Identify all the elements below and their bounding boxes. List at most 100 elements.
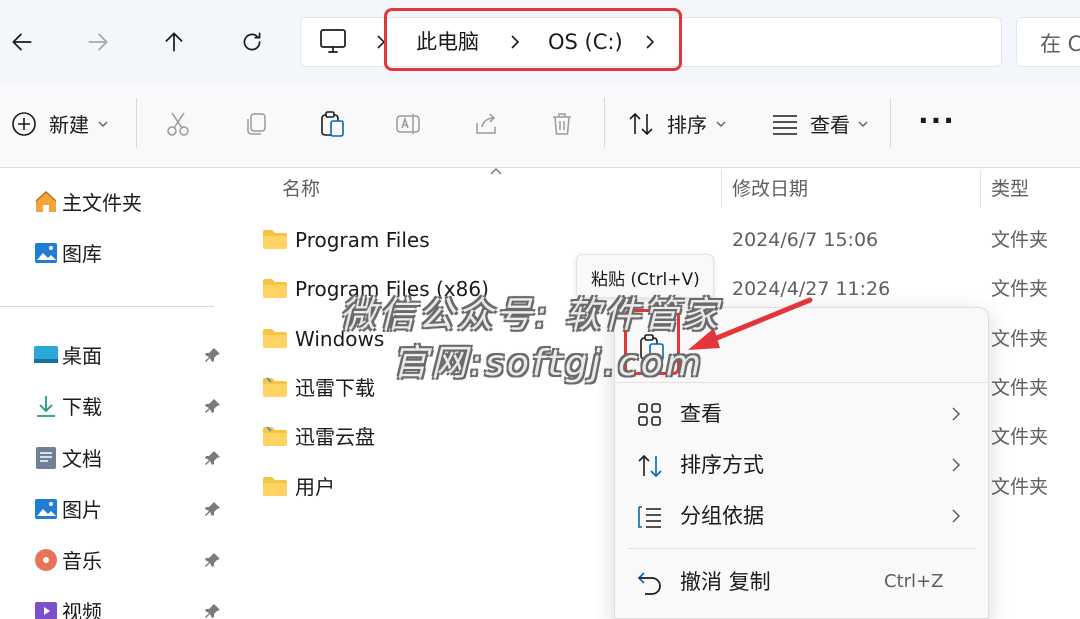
grid-icon <box>638 403 661 426</box>
folder-icon <box>263 329 287 348</box>
menu-item-label: 撤消 复制 <box>680 570 771 594</box>
share-button[interactable] <box>470 108 502 140</box>
breadcrumb-highlight-box <box>384 8 682 71</box>
pin-icon[interactable] <box>204 500 222 518</box>
menu-item-label: 排序方式 <box>680 453 764 477</box>
search-input[interactable]: 在 C <box>1040 28 1080 58</box>
menu-item-undo-copy[interactable]: 撤消 复制 Ctrl+Z <box>614 558 989 606</box>
pin-icon[interactable] <box>204 602 222 619</box>
folder-icon <box>263 477 287 496</box>
copy-button[interactable] <box>240 108 272 140</box>
chevron-down-icon[interactable] <box>96 117 110 131</box>
sidebar-item-home[interactable]: 主文件夹 <box>0 181 232 225</box>
file-type: 文件夹 <box>991 476 1049 498</box>
column-separator[interactable] <box>721 170 722 208</box>
sidebar-item-documents[interactable]: 文档 <box>0 437 232 481</box>
scissors-icon <box>167 112 189 136</box>
paste-icon <box>321 111 344 137</box>
sidebar-item-gallery[interactable]: 图库 <box>0 232 232 276</box>
menu-item-label: 分组依据 <box>680 504 764 528</box>
view-button[interactable]: 查看 <box>810 112 850 138</box>
pin-icon[interactable] <box>204 346 222 364</box>
sort-icon <box>638 454 662 478</box>
sidebar-item-label: 主文件夹 <box>62 191 142 215</box>
column-header-type[interactable]: 类型 <box>991 176 1029 202</box>
sort-button[interactable]: 排序 <box>667 112 707 138</box>
desktop-icon <box>34 346 58 363</box>
sidebar-item-label: 图片 <box>62 498 102 522</box>
column-header-name[interactable]: 名称 <box>282 176 320 202</box>
sidebar-item-desktop[interactable]: 桌面 <box>0 334 232 378</box>
chevron-down-icon[interactable] <box>856 117 870 131</box>
pin-icon[interactable] <box>204 551 222 569</box>
refresh-button[interactable] <box>232 22 272 62</box>
document-icon <box>36 447 56 469</box>
cloud-folder-icon <box>263 377 287 397</box>
arrow-right-icon <box>88 33 108 51</box>
rename-button[interactable] <box>392 108 424 140</box>
gallery-icon <box>35 243 57 263</box>
toolbar-separator <box>136 98 137 148</box>
sort-icon[interactable] <box>626 110 656 138</box>
file-name: 迅雷下载 <box>295 376 375 400</box>
menu-item-view[interactable]: 查看 <box>614 390 989 438</box>
file-type: 文件夹 <box>991 229 1049 251</box>
menu-item-group-by[interactable]: 分组依据 <box>614 492 989 540</box>
share-icon <box>476 113 496 134</box>
more-options-icon[interactable]: ··· <box>918 104 956 137</box>
column-header-date[interactable]: 修改日期 <box>732 176 808 202</box>
trash-icon <box>553 113 571 135</box>
menu-item-sort-by[interactable]: 排序方式 <box>614 441 989 489</box>
sidebar-item-downloads[interactable]: 下载 <box>0 385 232 429</box>
sidebar-item-label: 文档 <box>62 447 102 471</box>
sidebar-item-pictures[interactable]: 图片 <box>0 488 232 532</box>
sort-ascending-icon <box>490 168 502 175</box>
plus-circle-icon[interactable] <box>10 110 38 138</box>
pin-icon[interactable] <box>204 449 222 467</box>
menu-item-shortcut: Ctrl+Z <box>884 571 944 592</box>
cut-button[interactable] <box>162 108 194 140</box>
paste-toolbar-button[interactable] <box>316 108 348 140</box>
sidebar-item-label: 音乐 <box>62 549 102 573</box>
chevron-right-icon <box>952 509 961 523</box>
forward-button[interactable] <box>78 22 118 62</box>
delete-button[interactable] <box>546 108 578 140</box>
file-name: 迅雷云盘 <box>295 425 375 449</box>
home-icon <box>35 191 57 212</box>
watermark-line-1: 微信公众号: 软件管家 <box>340 295 721 336</box>
sidebar-item-label: 桌面 <box>62 344 102 368</box>
sidebar-item-label: 图库 <box>62 242 102 266</box>
chevron-down-icon[interactable] <box>714 117 728 131</box>
back-button[interactable] <box>2 22 42 62</box>
chevron-right-icon <box>952 458 961 472</box>
view-lines-icon[interactable] <box>770 112 800 136</box>
refresh-icon <box>243 32 261 51</box>
sidebar-item-videos[interactable]: 视频 <box>0 590 232 619</box>
copy-icon <box>247 113 266 135</box>
file-date: 2024/6/7 15:06 <box>732 229 879 251</box>
new-button[interactable]: 新建 <box>49 112 89 138</box>
rename-icon <box>396 114 420 134</box>
chevron-right-icon <box>952 407 961 421</box>
computer-icon <box>320 29 346 53</box>
music-icon <box>35 549 57 571</box>
sidebar-item-label: 下载 <box>62 395 102 419</box>
video-icon <box>35 602 57 619</box>
toolbar-separator <box>604 98 605 148</box>
sidebar-item-label: 视频 <box>62 600 102 619</box>
file-type: 文件夹 <box>991 426 1049 448</box>
watermark-line-2: 官网:softgj.com <box>392 343 704 384</box>
sidebar-item-music[interactable]: 音乐 <box>0 539 232 583</box>
cloud-folder-icon <box>263 426 287 446</box>
undo-icon <box>637 572 661 595</box>
column-separator[interactable] <box>980 170 981 208</box>
arrow-up-icon <box>165 32 183 52</box>
pictures-icon <box>35 499 57 519</box>
file-type: 文件夹 <box>991 328 1049 350</box>
folder-icon <box>263 279 287 298</box>
group-icon <box>638 506 661 528</box>
pin-icon[interactable] <box>204 397 222 415</box>
file-name: Program Files <box>295 228 430 252</box>
toolbar-separator <box>890 98 891 148</box>
up-button[interactable] <box>154 22 194 62</box>
